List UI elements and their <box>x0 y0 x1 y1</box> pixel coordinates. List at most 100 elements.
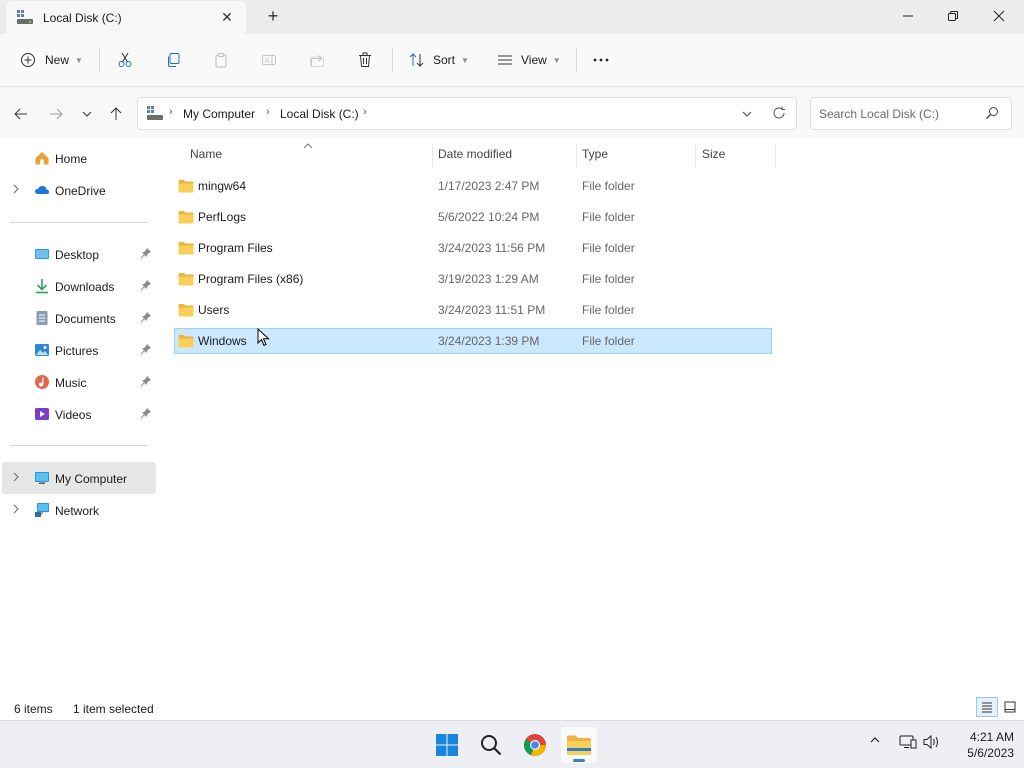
column-divider[interactable] <box>432 144 433 168</box>
file-name: Windows <box>198 334 247 348</box>
share-button[interactable] <box>309 46 325 74</box>
nav-item-music[interactable]: Music <box>2 366 156 398</box>
new-button[interactable]: New ▼ <box>20 46 83 74</box>
breadcrumb-chevron-icon[interactable]: › <box>266 106 270 118</box>
column-header-date[interactable]: Date modified <box>438 147 512 171</box>
pin-icon[interactable] <box>140 407 152 422</box>
address-bar[interactable]: › My Computer › Local Disk (C:) › <box>137 97 797 130</box>
folder-icon <box>566 734 592 756</box>
nav-item-pictures[interactable]: Pictures <box>2 334 156 366</box>
nav-label: Network <box>55 504 99 518</box>
clock-date: 5/6/2023 <box>944 745 1014 761</box>
paste-button[interactable] <box>213 46 229 74</box>
nav-label: Documents <box>55 312 116 326</box>
music-icon <box>34 374 50 390</box>
arrow-left-icon <box>14 107 28 121</box>
network-status-icon[interactable] <box>899 734 917 753</box>
status-bar: 6 items 1 item selected <box>0 693 1024 720</box>
file-type: File folder <box>582 334 635 348</box>
nav-label: Desktop <box>55 248 99 262</box>
file-name: Users <box>198 303 229 317</box>
table-row[interactable]: PerfLogs 5/6/2022 10:24 PM File folder <box>174 204 772 230</box>
column-header-type[interactable]: Type <box>582 147 608 171</box>
column-divider[interactable] <box>775 144 776 168</box>
tab-local-disk[interactable]: Local Disk (C:) ✕ <box>6 1 246 34</box>
search-icon[interactable] <box>985 106 999 123</box>
column-header-size[interactable]: Size <box>702 147 725 171</box>
rename-button[interactable]: A <box>261 46 277 74</box>
pin-icon[interactable] <box>140 311 152 326</box>
nav-item-documents[interactable]: Documents <box>2 302 156 334</box>
nav-label: Home <box>55 152 87 166</box>
sort-label: Sort <box>433 53 455 67</box>
volume-icon[interactable] <box>923 734 941 753</box>
table-row[interactable]: Program Files (x86) 3/19/2023 1:29 AM Fi… <box>174 266 772 292</box>
file-name: PerfLogs <box>198 210 246 224</box>
column-header-name[interactable]: Name <box>190 147 222 171</box>
navigation-pane: Home OneDrive Desktop Downloads Docum <box>0 139 158 693</box>
view-icon <box>497 52 513 68</box>
cut-button[interactable] <box>117 46 133 74</box>
up-button[interactable] <box>105 103 127 125</box>
forward-button[interactable] <box>45 103 67 125</box>
clock[interactable]: 4:21 AM 5/6/2023 <box>944 729 1014 761</box>
pin-icon[interactable] <box>140 247 152 262</box>
tiles-view-button[interactable] <box>999 697 1021 717</box>
nav-item-downloads[interactable]: Downloads <box>2 270 156 302</box>
nav-item-videos[interactable]: Videos <box>2 398 156 430</box>
breadcrumb-chevron-icon[interactable]: › <box>169 106 173 118</box>
breadcrumb-chevron-icon[interactable]: › <box>363 106 367 118</box>
videos-icon <box>34 406 50 422</box>
chevron-right-icon[interactable] <box>12 504 20 517</box>
more-options-button[interactable] <box>592 46 610 74</box>
view-button[interactable]: View ▼ <box>497 46 561 74</box>
table-row[interactable]: Program Files 3/24/2023 11:56 PM File fo… <box>174 235 772 261</box>
recent-locations-button[interactable] <box>76 103 98 125</box>
table-row[interactable]: Users 3/24/2023 11:51 PM File folder <box>174 297 772 323</box>
chevron-right-icon[interactable] <box>12 472 20 485</box>
chrome-button[interactable] <box>517 727 553 763</box>
delete-button[interactable] <box>357 46 373 74</box>
breadcrumb-my-computer[interactable]: My Computer <box>183 107 255 121</box>
nav-item-home[interactable]: Home <box>2 142 156 174</box>
chevron-down-icon <box>81 108 93 120</box>
search-icon <box>480 734 502 756</box>
address-dropdown-icon[interactable] <box>741 108 753 123</box>
copy-button[interactable] <box>165 46 181 74</box>
nav-item-network[interactable]: Network <box>2 494 156 526</box>
new-tab-icon[interactable]: + <box>262 6 284 28</box>
details-view-button[interactable] <box>976 697 998 717</box>
refresh-icon[interactable] <box>772 106 786 123</box>
chevron-right-icon[interactable] <box>12 184 20 197</box>
taskbar-search-button[interactable] <box>473 727 509 763</box>
close-button[interactable] <box>976 2 1022 30</box>
restore-button[interactable] <box>930 2 976 30</box>
back-button[interactable] <box>10 103 32 125</box>
column-divider[interactable] <box>695 144 696 168</box>
file-name: Program Files (x86) <box>198 272 303 286</box>
pin-icon[interactable] <box>140 375 152 390</box>
pin-icon[interactable] <box>140 279 152 294</box>
divider <box>99 48 100 72</box>
nav-item-desktop[interactable]: Desktop <box>2 238 156 270</box>
drive-icon <box>147 106 163 123</box>
search-box[interactable] <box>810 97 1012 130</box>
file-date: 3/19/2023 1:29 AM <box>438 272 539 286</box>
file-explorer-button[interactable] <box>561 727 597 763</box>
breadcrumb-local-disk[interactable]: Local Disk (C:) <box>280 107 359 121</box>
nav-item-my-computer[interactable]: My Computer <box>2 462 156 494</box>
svg-text:A: A <box>265 58 270 65</box>
sort-button[interactable]: Sort ▼ <box>408 46 469 74</box>
drive-icon <box>17 10 33 24</box>
start-button[interactable] <box>429 727 465 763</box>
table-row[interactable]: mingw64 1/17/2023 2:47 PM File folder <box>174 173 772 199</box>
show-hidden-icons-button[interactable] <box>869 734 881 749</box>
file-date: 5/6/2022 10:24 PM <box>438 210 539 224</box>
nav-label: My Computer <box>55 472 127 486</box>
minimize-button[interactable] <box>885 2 931 30</box>
nav-item-onedrive[interactable]: OneDrive <box>2 174 156 206</box>
pin-icon[interactable] <box>140 343 152 358</box>
search-input[interactable] <box>819 105 979 123</box>
column-divider[interactable] <box>576 144 577 168</box>
tab-close-icon[interactable]: ✕ <box>218 8 236 26</box>
